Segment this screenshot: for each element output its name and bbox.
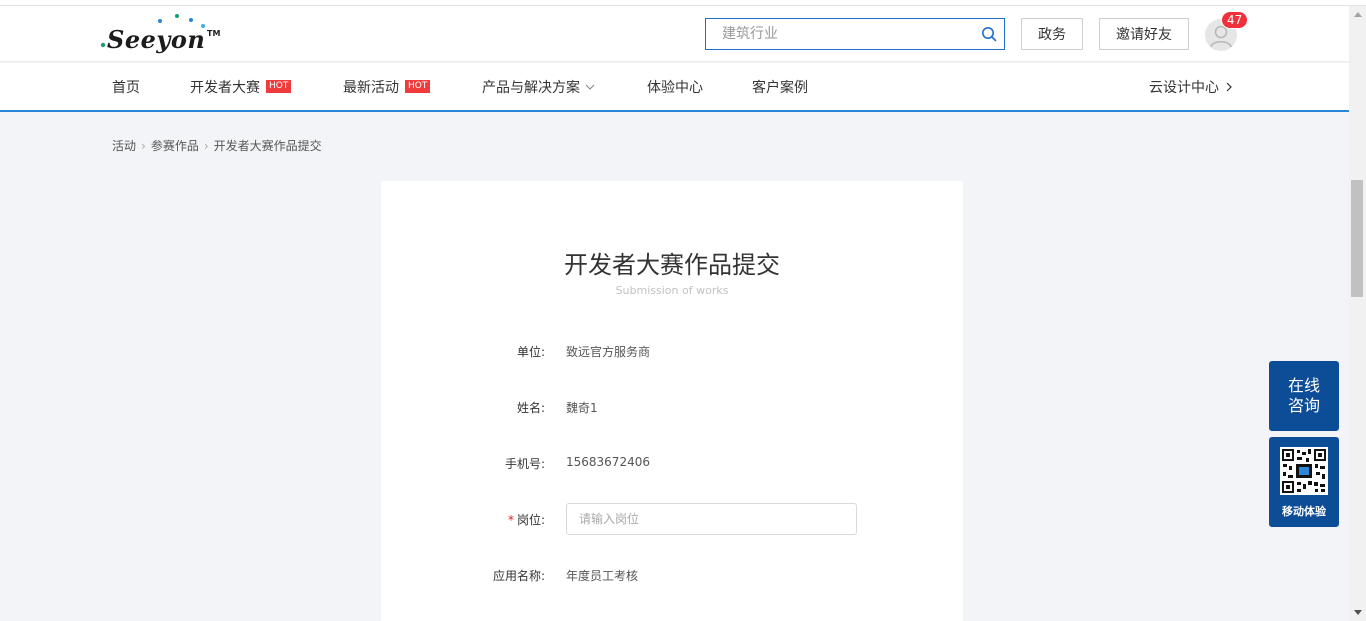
gov-button[interactable]: 政务 <box>1021 18 1083 50</box>
nav-item-products-solutions[interactable]: 产品与解决方案 <box>482 63 595 110</box>
field-label: 姓名: <box>516 401 545 415</box>
field-value: 年度员工考核 <box>566 569 639 583</box>
page-subtitle: Submission of works <box>615 284 729 297</box>
scrollbar-thumb[interactable] <box>1351 180 1363 297</box>
svg-text:TM: TM <box>207 29 220 38</box>
mobile-experience-label: 移动体验 <box>1282 505 1326 518</box>
field-app-name: 应用名称: 年度员工考核 <box>381 567 963 587</box>
consult-label-line2: 咨询 <box>1287 396 1320 415</box>
nav-item-label: 云设计中心 <box>1149 79 1219 96</box>
chevron-down-icon <box>585 84 595 90</box>
field-name: 姓名: 魏奇1 <box>381 399 963 419</box>
submission-form-card: 开发者大赛作品提交 Submission of works 单位: 致远官方服务… <box>381 181 963 621</box>
notification-badge: 47 <box>1221 11 1249 29</box>
search-icon[interactable] <box>974 19 1004 49</box>
nav-item-experience-center[interactable]: 体验中心 <box>647 63 703 110</box>
scroll-down-arrow-icon[interactable] <box>1349 604 1366 621</box>
search-input[interactable] <box>706 19 974 49</box>
qr-code-icon <box>1280 447 1328 495</box>
required-marker: * <box>507 513 514 527</box>
nav-item-home[interactable]: 首页 <box>112 63 140 110</box>
search-box <box>705 18 1005 50</box>
nav-item-developer-contest[interactable]: 开发者大赛 HOT <box>190 63 292 110</box>
field-position: * 岗位: <box>381 503 963 535</box>
mobile-experience-widget[interactable]: 移动体验 <box>1269 437 1339 527</box>
breadcrumb-separator: › <box>203 138 209 153</box>
nav-item-latest-activities[interactable]: 最新活动 HOT <box>343 63 431 110</box>
nav-item-label: 开发者大赛 <box>190 79 260 96</box>
nav-item-label: 客户案例 <box>752 79 808 96</box>
breadcrumb: 活动 › 参赛作品 › 开发者大赛作品提交 <box>112 137 322 154</box>
page-scrollbar[interactable] <box>1349 6 1366 621</box>
field-label-text: 岗位: <box>516 513 545 527</box>
field-label: * 岗位: <box>508 511 545 528</box>
hot-badge: HOT <box>266 80 292 93</box>
nav-item-cloud-design-center[interactable]: 云设计中心 <box>1149 63 1232 110</box>
site-header: Seeyon TM 政务 邀请好友 47 <box>0 6 1349 62</box>
field-value: 致远官方服务商 <box>566 345 651 359</box>
invite-friends-button[interactable]: 邀请好友 <box>1099 18 1189 50</box>
field-phone: 手机号: 15683672406 <box>381 455 963 475</box>
hot-badge: HOT <box>405 80 431 93</box>
field-label: 应用名称: <box>492 569 545 583</box>
nav-item-label: 产品与解决方案 <box>482 79 580 96</box>
consult-label-line1: 在线 <box>1287 376 1320 395</box>
breadcrumb-item-entries[interactable]: 参赛作品 <box>151 137 199 154</box>
field-label: 手机号: <box>504 457 545 471</box>
svg-text:Seeyon: Seeyon <box>107 25 205 54</box>
field-company: 单位: 致远官方服务商 <box>381 343 963 363</box>
page-title: 开发者大赛作品提交 <box>564 251 780 279</box>
breadcrumb-item-current: 开发者大赛作品提交 <box>213 139 322 153</box>
position-input[interactable] <box>566 503 857 535</box>
nav-item-customer-cases[interactable]: 客户案例 <box>752 63 808 110</box>
main-nav: 首页 开发者大赛 HOT 最新活动 HOT 产品与解决方案 体验中心 客户案例 云设… <box>0 63 1349 112</box>
breadcrumb-item-activities[interactable]: 活动 <box>112 137 136 154</box>
nav-item-label: 体验中心 <box>647 79 703 96</box>
chevron-right-icon <box>1226 82 1232 91</box>
field-value: 魏奇1 <box>566 401 598 415</box>
field-value: 15683672406 <box>566 455 650 469</box>
online-consult-button[interactable]: 在线 咨询 <box>1269 361 1339 431</box>
breadcrumb-separator: › <box>141 138 146 153</box>
nav-item-label: 首页 <box>112 79 140 96</box>
scroll-up-arrow-icon[interactable] <box>1349 6 1366 23</box>
field-label: 单位: <box>516 345 545 359</box>
nav-item-label: 最新活动 <box>343 79 399 96</box>
seeyon-logo[interactable]: Seeyon TM <box>100 12 230 56</box>
